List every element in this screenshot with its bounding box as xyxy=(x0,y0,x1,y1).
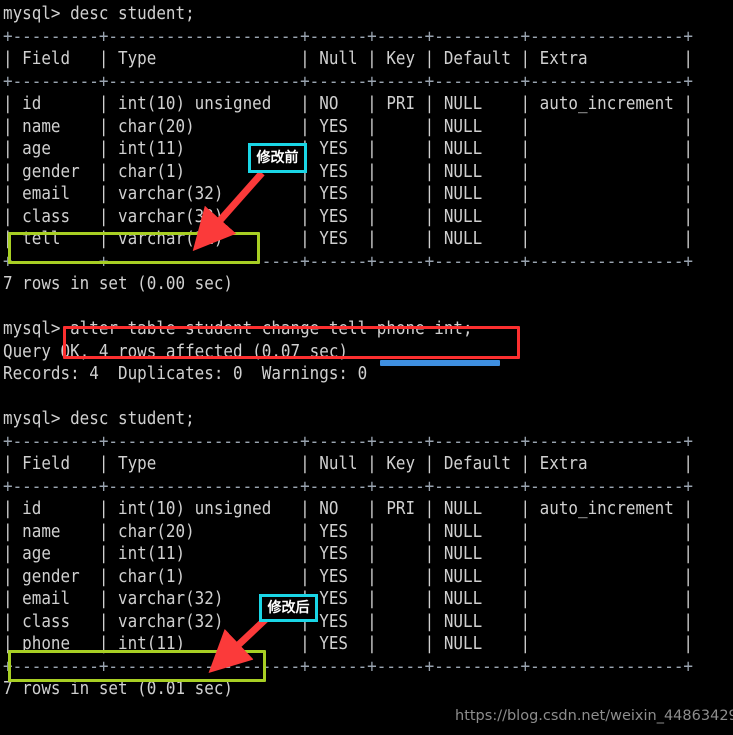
terminal-window[interactable]: mysql> desc student; +---------+---------… xyxy=(0,0,733,735)
terminal-line: | email | varchar(32) | YES | | NULL | | xyxy=(3,589,693,609)
blue-underline-marker xyxy=(380,360,500,366)
annotation-label-before: 修改前 xyxy=(248,143,307,173)
annotation-label-after: 修改后 xyxy=(259,594,318,622)
watermark-url: https://blog.csdn.net/weixin_44863429 xyxy=(455,708,733,724)
highlight-box-tell-row xyxy=(8,232,260,264)
terminal-line: mysql> desc student; xyxy=(3,4,195,24)
terminal-line: | gender | char(1) | YES | | NULL | | xyxy=(3,161,693,182)
highlight-box-phone-row xyxy=(8,650,266,682)
terminal-line: | id | int(10) unsigned | NO | PRI | NUL… xyxy=(3,94,693,114)
terminal-line: | id | int(10) unsigned | NO | PRI | NUL… xyxy=(3,499,693,519)
terminal-line: | Field | Type | Null | Key | Default | … xyxy=(3,49,693,69)
terminal-line: | email | varchar(32) | YES | | NULL | | xyxy=(3,184,693,204)
terminal-line: | age | int(11) | YES | | NULL | | xyxy=(3,544,693,564)
terminal-line: | class | varchar(32) | YES | | NULL | | xyxy=(3,206,693,227)
table-rule: +---------+--------------------+------+-… xyxy=(3,26,693,47)
terminal-line: | name | char(20) | YES | | NULL | | xyxy=(3,116,693,137)
terminal-line: | name | char(20) | YES | | NULL | | xyxy=(3,521,693,542)
terminal-line: mysql> desc student; xyxy=(3,409,195,429)
table-rule: +---------+--------------------+------+-… xyxy=(3,476,693,497)
table-rule: +---------+--------------------+------+-… xyxy=(3,431,693,452)
terminal-line: | class | varchar(32) | YES | | NULL | | xyxy=(3,611,693,632)
terminal-line: 7 rows in set (0.00 sec) xyxy=(3,274,233,294)
terminal-line: | gender | char(1) | YES | | NULL | | xyxy=(3,566,693,587)
terminal-line: | age | int(11) | YES | | NULL | | xyxy=(3,139,693,159)
terminal-line: | Field | Type | Null | Key | Default | … xyxy=(3,454,693,474)
table-rule: +---------+--------------------+------+-… xyxy=(3,71,693,92)
terminal-line: Records: 4 Duplicates: 0 Warnings: 0 xyxy=(3,364,368,384)
highlight-box-alter-command xyxy=(63,326,520,359)
